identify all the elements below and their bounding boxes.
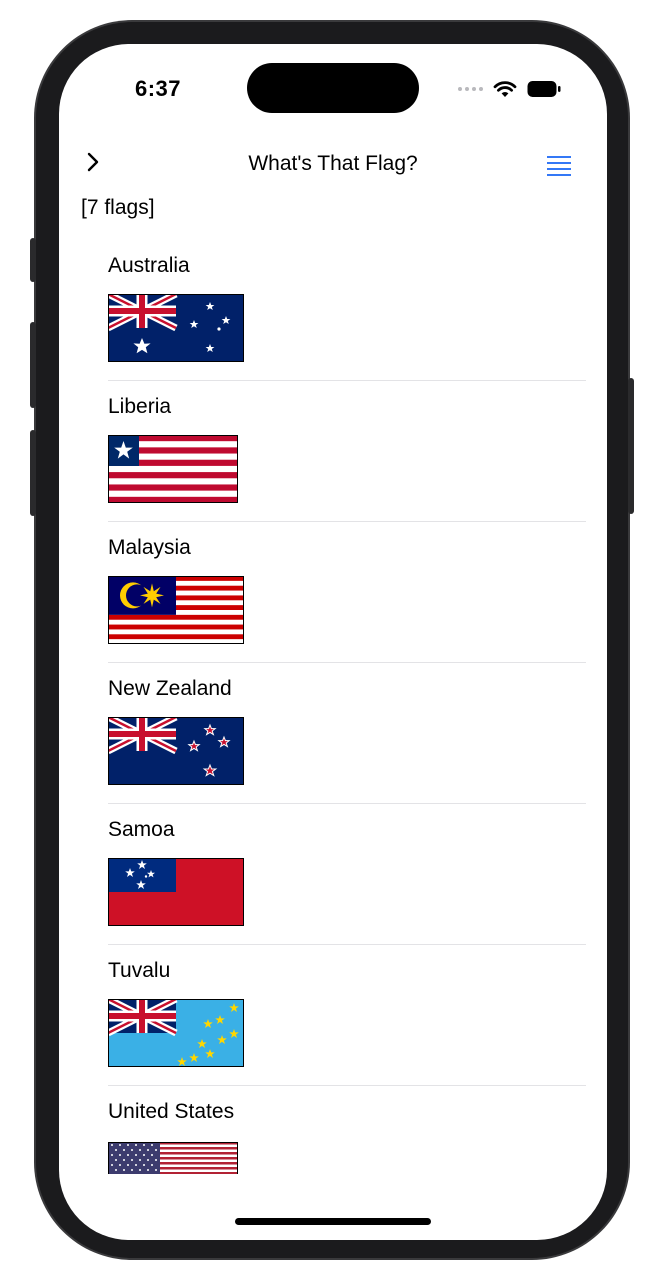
list-item[interactable]: New Zealand xyxy=(108,663,586,804)
status-icons xyxy=(458,78,561,100)
home-indicator[interactable] xyxy=(235,1218,431,1225)
country-name: Samoa xyxy=(108,818,175,841)
dynamic-island xyxy=(247,63,419,113)
australia-flag-icon xyxy=(108,294,244,362)
power-button xyxy=(628,378,634,514)
list-item[interactable]: Samoa xyxy=(108,804,586,945)
list-item[interactable]: Malaysia xyxy=(108,522,586,663)
list-item[interactable]: Liberia xyxy=(108,381,586,522)
wifi-icon xyxy=(493,81,517,97)
country-name: Malaysia xyxy=(108,536,191,559)
flag-count: [7 flags] xyxy=(81,196,155,219)
samoa-flag-icon xyxy=(108,858,244,926)
malaysia-flag-icon xyxy=(108,576,244,644)
flag-list: Australia Liberia Malaysia New Zealand S… xyxy=(108,240,586,1226)
list-icon[interactable] xyxy=(547,154,571,176)
liberia-flag-icon xyxy=(108,435,238,503)
country-name: Liberia xyxy=(108,395,172,418)
page-title: What's That Flag? xyxy=(248,152,418,175)
tuvalu-flag-icon xyxy=(108,999,244,1067)
status-time: 6:37 xyxy=(135,76,182,101)
country-name: Tuvalu xyxy=(108,959,171,982)
cellular-signal-icon xyxy=(458,87,483,91)
country-name: New Zealand xyxy=(108,677,232,700)
battery-icon xyxy=(527,81,561,97)
country-name: Australia xyxy=(108,254,190,277)
action-button xyxy=(30,238,36,282)
country-name: United States xyxy=(108,1100,235,1123)
list-item[interactable]: United States xyxy=(108,1086,586,1226)
screen: 6:37 What's That Flag? [7 flags] Austral… xyxy=(59,44,607,1240)
list-item[interactable]: Tuvalu xyxy=(108,945,586,1086)
volume-up-button xyxy=(30,322,36,408)
united-states-flag-icon xyxy=(108,1142,238,1174)
list-item[interactable]: Australia xyxy=(108,240,586,381)
new-zealand-flag-icon xyxy=(108,717,244,785)
volume-down-button xyxy=(30,430,36,516)
